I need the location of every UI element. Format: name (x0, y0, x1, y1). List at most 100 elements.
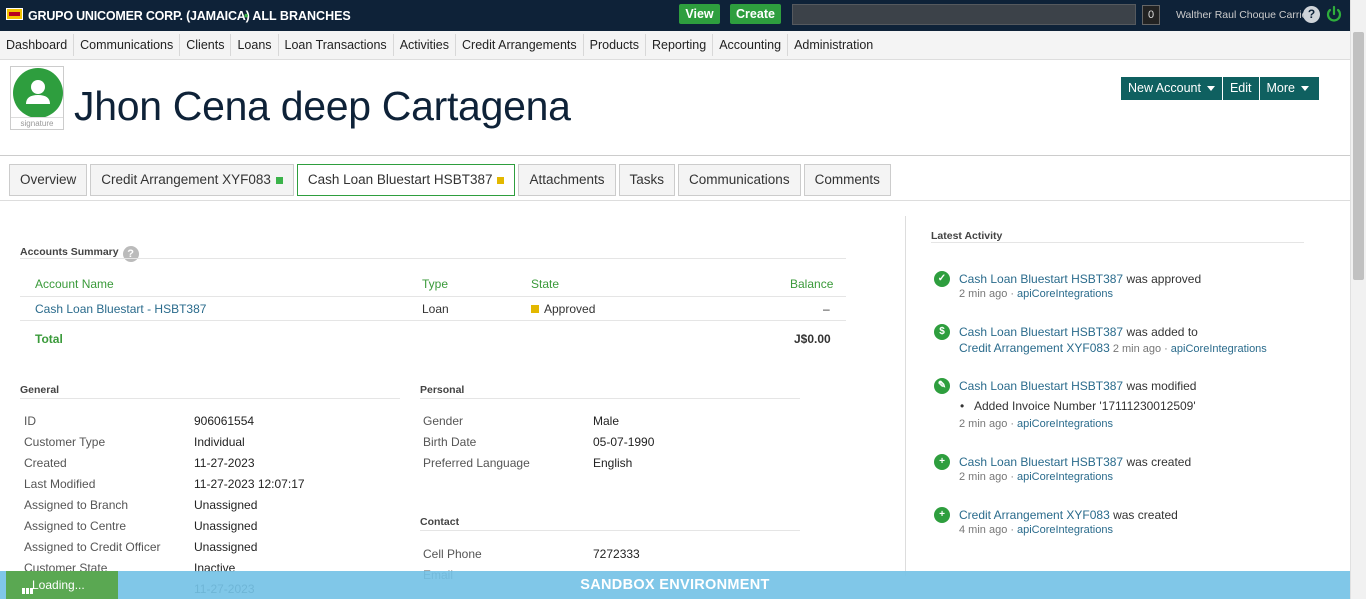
edit-label: Edit (1229, 81, 1252, 95)
organization-name: GRUPO UNICOMER CORP. (JAMAICA) (28, 9, 250, 23)
tabs-divider (0, 200, 1350, 201)
help-icon[interactable]: ? (122, 246, 139, 262)
menu-item-communications[interactable]: Communications (74, 34, 181, 56)
page-scrollbar[interactable] (1350, 0, 1366, 599)
user-name[interactable]: Walther Raul Choque Carrion (1176, 9, 1313, 21)
plus-icon: + (934, 507, 950, 523)
account-state: Approved (531, 302, 595, 316)
tab-tasks[interactable]: Tasks (618, 164, 676, 196)
activity-item: Cash Loan Bluestart HSBT387 was added to (959, 325, 1198, 339)
activity-detail: • Added Invoice Number '17111230012509' (960, 399, 1196, 413)
col-header-state[interactable]: State (531, 277, 559, 291)
menu-item-activities[interactable]: Activities (394, 34, 457, 56)
chevron-down-icon (1301, 86, 1309, 91)
menu-item-credit-arrangements[interactable]: Credit Arrangements (456, 34, 584, 56)
signature-label[interactable]: signature (11, 117, 63, 129)
section-divider (420, 530, 800, 531)
activity-meta: 2 min ago · apiCoreIntegrations (959, 471, 1113, 483)
activity-link[interactable]: Cash Loan Bluestart HSBT387 (959, 379, 1123, 393)
activity-time: 2 min ago (959, 418, 1008, 430)
edit-button[interactable]: Edit (1222, 77, 1260, 100)
field-label: Last Modified (24, 477, 96, 491)
field-label: Preferred Language (423, 456, 530, 470)
account-state-text: Approved (544, 302, 596, 316)
activity-user-link[interactable]: apiCoreIntegrations (1017, 288, 1113, 300)
sandbox-banner: SANDBOX ENVIRONMENT (0, 571, 1350, 599)
activity-text: was added to (1126, 325, 1198, 339)
field-label: Gender (423, 414, 464, 428)
notification-count[interactable]: 0 (1142, 5, 1160, 25)
menu-item-loans[interactable]: Loans (231, 34, 279, 56)
accounts-summary-title: Accounts Summary? (20, 246, 139, 262)
bullet: • (960, 399, 965, 413)
col-header-balance[interactable]: Balance (790, 277, 833, 291)
tab-label: Comments (814, 172, 880, 187)
column-separator (905, 216, 906, 576)
avatar[interactable]: signature (10, 66, 64, 130)
activity-link[interactable]: Cash Loan Bluestart HSBT387 (959, 455, 1123, 469)
avatar-circle (13, 68, 63, 118)
help-icon[interactable]: ? (1303, 6, 1320, 23)
view-button[interactable]: View (679, 4, 720, 24)
activity-link[interactable]: Credit Arrangement XYF083 (959, 508, 1110, 522)
client-name: Jhon Cena deep Cartagena (74, 83, 571, 129)
field-label: ID (24, 414, 36, 428)
company-logo (6, 8, 23, 20)
scrollbar-thumb[interactable] (1353, 32, 1364, 280)
tab-overview[interactable]: Overview (9, 164, 88, 196)
tab-label: Credit Arrangement XYF083 (101, 172, 271, 187)
power-icon[interactable] (1325, 5, 1343, 23)
col-header-account-name[interactable]: Account Name (35, 277, 114, 291)
personal-title: Personal (420, 384, 465, 396)
field-label: Assigned to Branch (24, 498, 129, 512)
activity-time: 4 min ago (959, 524, 1008, 536)
account-name-link[interactable]: Cash Loan Bluestart - HSBT387 (35, 302, 206, 316)
col-header-type[interactable]: Type (422, 277, 448, 291)
latest-activity-title: Latest Activity (931, 230, 1003, 242)
table-divider (20, 320, 846, 321)
field-value: 05-07-1990 (593, 435, 655, 449)
activity-link[interactable]: Cash Loan Bluestart HSBT387 (959, 325, 1123, 339)
dollar-icon: $ (934, 324, 950, 340)
new-account-button[interactable]: New Account (1121, 77, 1223, 100)
field-label: Assigned to Credit Officer (24, 540, 161, 554)
menu-item-administration[interactable]: Administration (788, 34, 879, 56)
branch-selector[interactable]: • ALL BRANCHES (244, 9, 351, 23)
tab-credit-arrangement-xyf083[interactable]: Credit Arrangement XYF083 (90, 164, 294, 196)
activity-separator: · (1010, 524, 1014, 536)
menu-item-dashboard[interactable]: Dashboard (0, 34, 75, 56)
activity-link[interactable]: Credit Arrangement XYF083 (959, 341, 1110, 355)
create-button[interactable]: Create (730, 4, 781, 24)
search-input[interactable] (792, 4, 1136, 25)
tab-label: Communications (689, 172, 790, 187)
sandbox-label: SANDBOX ENVIRONMENT (580, 577, 770, 593)
tab-comments[interactable]: Comments (803, 164, 891, 196)
activity-meta: 4 min ago · apiCoreIntegrations (959, 524, 1113, 536)
total-label: Total (35, 332, 63, 346)
activity-user-link[interactable]: apiCoreIntegrations (1171, 343, 1267, 355)
menu-item-accounting[interactable]: Accounting (713, 34, 789, 56)
section-divider (420, 398, 800, 399)
branch-label: ALL BRANCHES (252, 9, 351, 23)
account-balance: – (823, 302, 830, 316)
activity-time: 2 min ago (959, 471, 1008, 483)
tab-label: Tasks (629, 172, 665, 187)
activity-item: Cash Loan Bluestart HSBT387 was modified (959, 379, 1196, 393)
more-button[interactable]: More (1259, 77, 1319, 100)
activity-user-link[interactable]: apiCoreIntegrations (1017, 524, 1113, 536)
state-marker (531, 305, 539, 313)
tab-cash-loan-bluestart-hsbt387[interactable]: Cash Loan Bluestart HSBT387 (296, 164, 516, 196)
activity-user-link[interactable]: apiCoreIntegrations (1017, 471, 1113, 483)
tab-communications[interactable]: Communications (678, 164, 801, 196)
menu-item-clients[interactable]: Clients (180, 34, 232, 56)
tab-label: Overview (20, 172, 77, 187)
activity-user-link[interactable]: apiCoreIntegrations (1017, 418, 1113, 430)
menu-item-products[interactable]: Products (584, 34, 646, 56)
activity-separator: · (1164, 343, 1168, 355)
menu-item-reporting[interactable]: Reporting (646, 34, 714, 56)
field-value: Unassigned (194, 540, 258, 554)
loading-icon (22, 583, 34, 594)
tab-attachments[interactable]: Attachments (518, 164, 616, 196)
menu-item-loan-transactions[interactable]: Loan Transactions (279, 34, 394, 56)
activity-link[interactable]: Cash Loan Bluestart HSBT387 (959, 272, 1123, 286)
